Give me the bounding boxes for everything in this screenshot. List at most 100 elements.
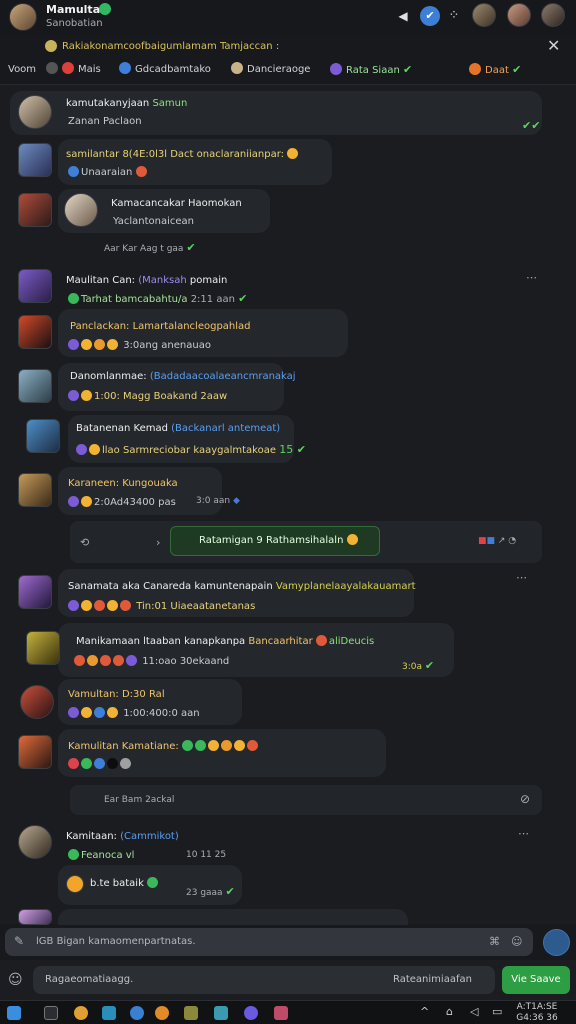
app-icon[interactable] [244,1006,258,1020]
message-subtext: 1:00: Magg Boakand 2aaw [68,390,227,402]
avatar[interactable] [18,735,52,769]
emoji-icon[interactable]: ☺ [511,935,522,948]
avatar[interactable] [26,631,60,665]
volume-icon[interactable]: ◁ [470,1005,478,1018]
member-avatar[interactable] [507,3,531,27]
chevron-right-icon[interactable]: › [156,536,160,549]
save-button[interactable]: Vie Saave [502,966,570,994]
attach-icon[interactable]: ✎ [14,934,24,948]
avatar[interactable] [18,269,52,303]
filter-chip[interactable]: Dancieraoge [231,62,310,78]
avatar[interactable] [18,143,52,177]
more-options-icon[interactable]: ⋯ [526,271,537,284]
clear-icon[interactable]: ⊘ [520,792,530,806]
chrome-icon[interactable] [74,1006,88,1020]
compose-bar: ☺ Ragaeomatiaagg. Rateanimiaafan Vie Saa… [0,960,576,1000]
message-subtext: Zanan Paclaon [68,116,142,127]
avatar[interactable] [66,875,84,893]
filter-chip[interactable]: Mais [46,62,101,78]
filter-chip[interactable]: Daat ✔ [469,62,521,78]
more-options-icon[interactable]: ⋯ [518,827,529,840]
grid-icon[interactable]: ⁘ [444,6,464,26]
avatar[interactable] [20,685,54,719]
message-subtext: 1:00:400:0 aan [68,707,200,719]
message-text: Kamacancakar Haomokan [111,198,242,209]
edge-icon[interactable] [130,1006,144,1020]
message-bubble[interactable] [58,139,332,185]
avatar[interactable] [18,473,52,507]
tray-chevron-icon[interactable]: ^ [420,1005,429,1018]
link-icon[interactable]: ⌘ [489,935,500,948]
avatar[interactable] [18,575,52,609]
chat-area[interactable]: kamutakanyjaan Samun Zanan Paclaon ✔✔ sa… [0,84,576,925]
compose-hint: Rateanimiaafan [393,974,472,985]
message-text: Kamulitan Kamatiane: [68,740,260,752]
profile-avatar[interactable] [9,3,37,31]
search-placeholder: lGB Bigan kamaomenpartnatas. [36,936,196,947]
avatar[interactable] [64,193,98,227]
message-meta: 3:0 aan ◆ [196,496,240,506]
message-text: Manikamaan ltaaban kanapkanpa Bancaarhit… [76,635,375,647]
app-icon[interactable] [184,1006,198,1020]
avatar[interactable] [18,909,52,925]
message-bubble[interactable] [58,623,454,677]
pinned-message[interactable]: Rakiakonamcoofbaigumlamam Tamjaccan : [0,36,576,58]
windows-start-icon[interactable] [7,1006,21,1020]
app-icon[interactable] [155,1006,169,1020]
emoji-icon[interactable]: ☺ [8,972,23,988]
message-text: Batanenan Kemad (Backanarl antemeat) [76,423,281,434]
message-subtext: llao Sarmreciobar kaaygalmtakoae 15 ✔ [76,443,306,456]
clock-date: G4:36 36 [516,1013,558,1023]
filter-chip[interactable]: Gdcadbamtako [119,62,211,78]
avatar[interactable] [18,193,52,227]
send-icon[interactable] [543,929,570,956]
avatar[interactable] [18,315,52,349]
clock-time: A:T1A:SE [516,1002,558,1012]
avatar[interactable] [26,419,60,453]
search-input[interactable]: ✎ lGB Bigan kamaomenpartnatas. ⌘ ☺ [5,928,533,956]
refresh-icon[interactable]: ⟲ [80,536,89,549]
avatar[interactable] [18,369,52,403]
message-meta: Aar Kar Aag t gaa ✔ [104,241,196,254]
avatar[interactable] [18,825,52,859]
status-pill-text: Ratamigan 9 Rathamsihalaln [199,535,344,546]
taskbar: ^ ⌂ ◁ ▭ A:T1A:SE G4:36 36 [0,1000,576,1024]
close-icon[interactable]: ✕ [547,37,560,55]
filter-icon [469,63,481,75]
read-check-icon: ✔✔ [522,119,541,132]
more-options-icon[interactable]: ⋯ [516,571,527,584]
message-text: Danomlanmae: (Badadaacoalaeancmranakaj [70,371,296,382]
battery-icon[interactable]: ▭ [492,1005,502,1018]
message-subtext: Yaclantonaicean [113,216,195,227]
chat-title: Mamulta [46,3,101,16]
verified-badge-icon [99,3,111,15]
message-text: kamutakanyjaan Samun [66,98,188,109]
filter-chip[interactable]: Rata Siaan ✔ [330,62,412,78]
app-icon[interactable] [102,1006,116,1020]
message-meta: Ear Bam 2ackal [104,795,175,805]
pinned-text: Rakiakonamcoofbaigumlamam Tamjaccan : [62,41,280,52]
avatar[interactable] [18,95,52,129]
status-pill[interactable]: Ratamigan 9 Rathamsihalaln [170,526,380,556]
app-icon[interactable] [274,1006,288,1020]
member-avatar[interactable] [541,3,565,27]
app-icon[interactable] [214,1006,228,1020]
message-input[interactable]: Ragaeomatiaagg. Rateanimiaafan [33,966,495,994]
search-icon[interactable] [44,1006,58,1020]
taskbar-clock[interactable]: A:T1A:SE G4:36 36 [512,1002,562,1024]
message-time: 10 11 25 [186,850,227,860]
message-bubble[interactable] [58,909,408,925]
message-text: b.te bataik [90,877,160,889]
filter-icon [62,62,74,74]
speaker-icon[interactable]: ◀ [393,6,413,26]
message-text: Maulitan Can: (Manksah pomain [66,275,228,286]
app-header: Mamulta Sanobatian ◀ ✔ ⁘ [0,0,576,34]
filter-icon [330,63,342,75]
message-subtext: Unaaraian [68,166,149,178]
network-icon[interactable]: ⌂ [446,1005,453,1018]
member-avatar[interactable] [472,3,496,27]
action-icons[interactable]: ■■ ↗ ◔ [478,536,516,546]
verified-icon[interactable]: ✔ [420,6,440,26]
message-text: Sanamata aka Canareda kamuntenapain Vamy… [68,581,416,592]
message-subtext: Tin:01 Uiaeaatanetanas [68,600,255,612]
